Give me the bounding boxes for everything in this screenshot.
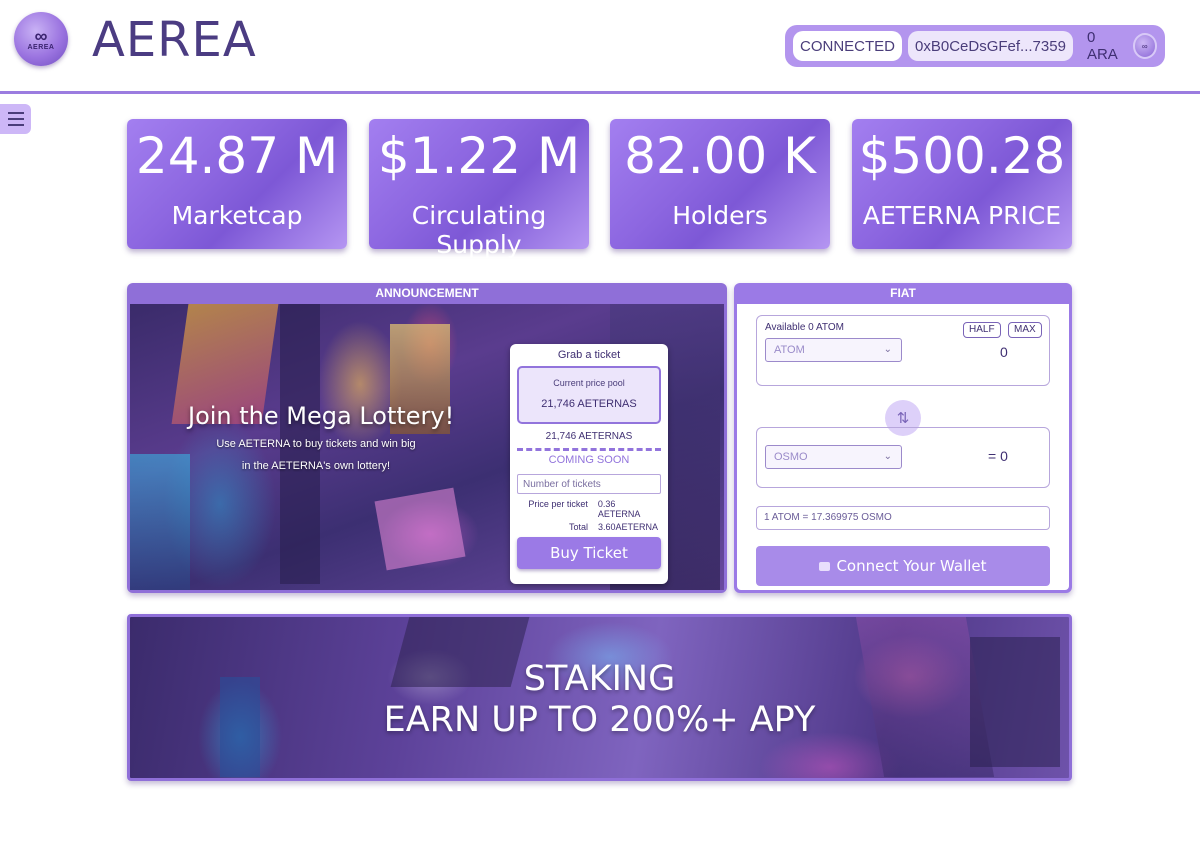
aerea-logo[interactable]: ∞ AEREA <box>14 12 68 66</box>
connect-wallet-button[interactable]: Connect Your Wallet <box>756 546 1050 586</box>
from-token-value: ATOM <box>774 344 805 356</box>
stat-card-holders: 82.00 K Holders <box>610 119 830 249</box>
building-shape <box>130 454 190 590</box>
stat-label: Circulating Supply <box>411 201 547 259</box>
staking-banner[interactable]: STAKING EARN UP TO 200%+ APY <box>127 614 1072 781</box>
stat-value: $500.28 <box>858 127 1066 185</box>
to-token-select[interactable]: OSMO ⌄ <box>765 445 902 469</box>
price-per-ticket-label: Price per ticket <box>528 499 588 509</box>
connect-wallet-label: Connect Your Wallet <box>836 557 987 575</box>
lottery-subtitle-line2: in the AETERNA's own lottery! <box>241 460 391 472</box>
total-label: Total <box>568 522 588 532</box>
price-pool-amount: 21,746 AETERNAS <box>545 431 633 442</box>
stat-label: Holders <box>672 201 768 230</box>
lottery-subtitle-line1: Use AETERNA to buy tickets and win big <box>216 438 416 450</box>
stat-card-aeterna-price: $500.28 AETERNA PRICE <box>852 119 1072 249</box>
to-token-box: OSMO ⌄ = 0 <box>756 427 1050 488</box>
staking-apy: EARN UP TO 200%+ APY <box>383 700 816 740</box>
max-button[interactable]: MAX <box>1008 322 1042 338</box>
stat-value: 82.00 K <box>624 127 816 185</box>
ticket-count-input[interactable] <box>517 474 661 494</box>
stat-value: $1.22 M <box>377 127 581 185</box>
stat-label: Marketcap <box>171 201 303 230</box>
wallet-icon <box>819 561 831 571</box>
ara-balance: 0 ARA <box>1086 29 1118 63</box>
price-pool-value: 21,746 AETERNAS <box>541 398 637 410</box>
available-balance: Available 0 ATOM <box>765 322 844 333</box>
from-token-select[interactable]: ATOM ⌄ <box>765 338 902 362</box>
exchange-rate: 1 ATOM = 17.369975 OSMO <box>756 506 1050 530</box>
hamburger-menu-button[interactable] <box>0 104 31 134</box>
wallet-bar[interactable]: CONNECTED 0xB0CeDsGFef...7359 0 ARA ∞ <box>785 25 1165 67</box>
swap-arrows-icon: ⇅ <box>896 410 910 427</box>
coming-soon-label: COMING SOON <box>548 454 630 466</box>
top-header: ∞ AEREA AEREA CONNECTED 0xB0CeDsGFef...7… <box>0 0 1200 94</box>
from-amount[interactable]: 0 <box>1000 344 1008 360</box>
buy-ticket-button[interactable]: Buy Ticket <box>517 537 661 569</box>
swap-form: Available 0 ATOM HALF MAX ATOM ⌄ 0 ⇅ OSM… <box>737 304 1069 590</box>
price-pool-label: Current price pool <box>553 378 625 388</box>
half-button[interactable]: HALF <box>963 322 1001 338</box>
billboard-shape <box>374 487 466 571</box>
ticket-card: Grab a ticket Current price pool 21,746 … <box>510 344 668 584</box>
wallet-address[interactable]: 0xB0CeDsGFef...7359 <box>908 31 1073 61</box>
connection-status: CONNECTED <box>793 31 903 61</box>
lottery-title: Join the Mega Lottery! <box>188 402 455 430</box>
staking-title: STAKING <box>523 659 676 699</box>
price-pool-box: Current price pool 21,746 AETERNAS <box>517 366 661 424</box>
total-row: Total 3.60AETERNA <box>510 522 668 532</box>
menu-icon-bar <box>7 124 24 126</box>
announcement-panel: ANNOUNCEMENT Join the Mega Lottery! Use … <box>127 283 727 593</box>
price-per-ticket-row: Price per ticket 0.36 AETERNA <box>510 499 668 519</box>
total-value: 3.60AETERNA <box>597 522 658 532</box>
menu-icon-bar <box>7 118 24 120</box>
price-per-ticket-value: 0.36 AETERNA <box>597 499 641 519</box>
city-background-image: Join the Mega Lottery! Use AETERNA to bu… <box>130 304 724 590</box>
stat-value: 24.87 M <box>135 127 339 185</box>
menu-icon-bar <box>7 112 24 114</box>
logo-text: AEREA <box>27 43 55 51</box>
from-token-box: Available 0 ATOM HALF MAX ATOM ⌄ 0 <box>756 315 1050 386</box>
fiat-header: FIAT <box>890 286 916 300</box>
infinity-icon: ∞ <box>34 25 48 46</box>
to-amount: = 0 <box>988 448 1008 464</box>
stat-card-circulating-supply: $1.22 M Circulating Supply <box>369 119 589 259</box>
to-token-value: OSMO <box>774 451 808 463</box>
chevron-down-icon: ⌄ <box>883 451 892 462</box>
fiat-panel: FIAT Available 0 ATOM HALF MAX ATOM ⌄ 0 … <box>734 283 1072 593</box>
ticket-heading: Grab a ticket <box>557 349 621 361</box>
wallet-avatar[interactable]: ∞ <box>1132 33 1157 59</box>
brand-title: AEREA <box>92 12 257 68</box>
announcement-header: ANNOUNCEMENT <box>375 286 479 300</box>
dashed-divider <box>517 448 661 451</box>
chevron-down-icon: ⌄ <box>883 344 892 355</box>
stat-card-marketcap: 24.87 M Marketcap <box>127 119 347 249</box>
avatar-logo-icon: ∞ <box>1141 41 1148 51</box>
stat-label: AETERNA PRICE <box>862 201 1062 230</box>
